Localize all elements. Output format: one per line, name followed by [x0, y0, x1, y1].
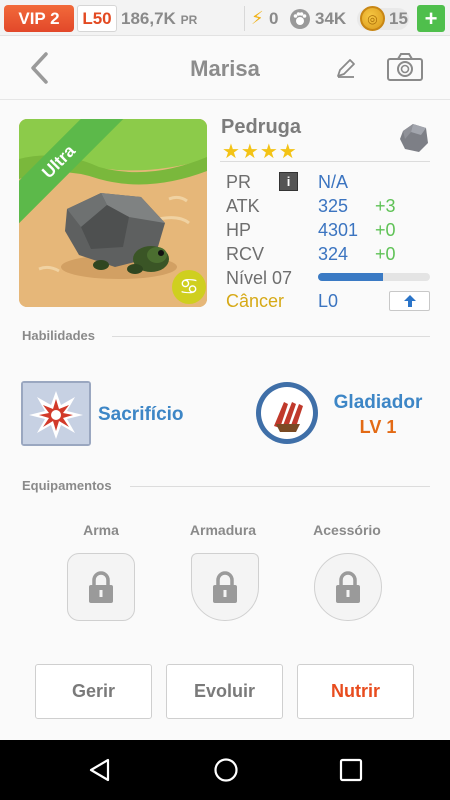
xp-progress-bar: [318, 273, 430, 281]
divider: [220, 161, 430, 162]
divider: [130, 486, 430, 487]
status-bar: VIP 2 L50 186,7K PR ⚡ 0 34K ◎ 15 +: [0, 0, 450, 36]
lightning-icon: ⚡: [251, 8, 264, 28]
stat-label-atk: ATK: [226, 196, 260, 216]
stat-bonus-hp: +0: [375, 220, 396, 240]
info-icon[interactable]: i: [279, 172, 298, 191]
coin-icon: ◎: [360, 6, 385, 31]
lock-icon: [89, 571, 113, 603]
energy-value: 0: [269, 9, 279, 28]
accessory-slot[interactable]: [314, 553, 382, 621]
nav-home-icon[interactable]: [212, 756, 240, 784]
sign-label: Câncer: [226, 291, 285, 311]
system-nav-bar: [0, 740, 450, 800]
divider: [244, 6, 245, 31]
camera-icon[interactable]: [386, 52, 424, 82]
vip-badge[interactable]: VIP 2: [4, 5, 74, 32]
sign-level: L0: [318, 291, 339, 311]
stat-label-hp: HP: [226, 220, 252, 240]
stat-value-rcv: 324: [318, 244, 349, 264]
lock-icon: [213, 571, 237, 603]
stat-value-pr: N/A: [318, 172, 349, 192]
add-coins-button[interactable]: +: [417, 5, 445, 32]
slot-label-weapon: Arma: [83, 522, 119, 538]
paws-value: 34K: [315, 9, 347, 28]
upgrade-sign-button[interactable]: [389, 291, 430, 311]
level-label: Nível 07: [226, 268, 293, 288]
stat-bonus-rcv: +0: [375, 244, 396, 264]
cancer-sign-icon: ♋: [172, 270, 206, 304]
xp-progress-fill: [318, 273, 383, 281]
arrow-up-icon: [403, 295, 416, 307]
stat-value-hp: 4301: [318, 220, 359, 240]
player-level: L50: [77, 5, 117, 32]
skill-name[interactable]: Sacrifício: [98, 404, 184, 426]
manage-button[interactable]: Gerir: [35, 664, 152, 719]
claw-shield-icon[interactable]: [254, 380, 320, 446]
slot-label-accessory: Acessório: [313, 522, 381, 538]
equipment-heading: Equipamentos: [22, 478, 112, 493]
nav-recent-apps-icon[interactable]: [338, 757, 364, 783]
lock-icon: [336, 571, 360, 603]
abilities-heading: Habilidades: [22, 328, 95, 343]
rock-icon: [400, 124, 428, 152]
coins-value: 15: [389, 9, 408, 28]
explosion-icon[interactable]: [21, 381, 91, 446]
pencil-icon[interactable]: [334, 56, 358, 80]
armor-slot[interactable]: [191, 553, 259, 621]
nav-back-icon[interactable]: [86, 756, 114, 784]
evolve-button[interactable]: Evoluir: [166, 664, 283, 719]
page-title: Marisa: [190, 56, 260, 81]
slot-label-armor: Armadura: [189, 522, 257, 538]
pet-name: Pedruga: [221, 116, 302, 138]
stat-label-rcv: RCV: [226, 244, 265, 264]
power-unit: PR: [180, 13, 198, 27]
pet-detail-screen: VIP 2 L50 186,7K PR ⚡ 0 34K ◎ 15 + Maris…: [0, 0, 450, 800]
stat-label-pr: PR: [226, 172, 252, 192]
header: Marisa: [0, 36, 450, 100]
passive-name[interactable]: Gladiador: [330, 392, 426, 414]
paw-icon: [289, 8, 311, 35]
power-amount: 186,7K: [121, 9, 176, 28]
weapon-slot[interactable]: [67, 553, 135, 621]
passive-level: LV 1: [359, 417, 397, 437]
divider: [112, 336, 430, 337]
feed-button[interactable]: Nutrir: [297, 664, 414, 719]
stat-value-atk: 325: [318, 196, 349, 216]
stat-bonus-atk: +3: [375, 196, 396, 216]
power-value: 186,7K PR: [121, 9, 197, 29]
